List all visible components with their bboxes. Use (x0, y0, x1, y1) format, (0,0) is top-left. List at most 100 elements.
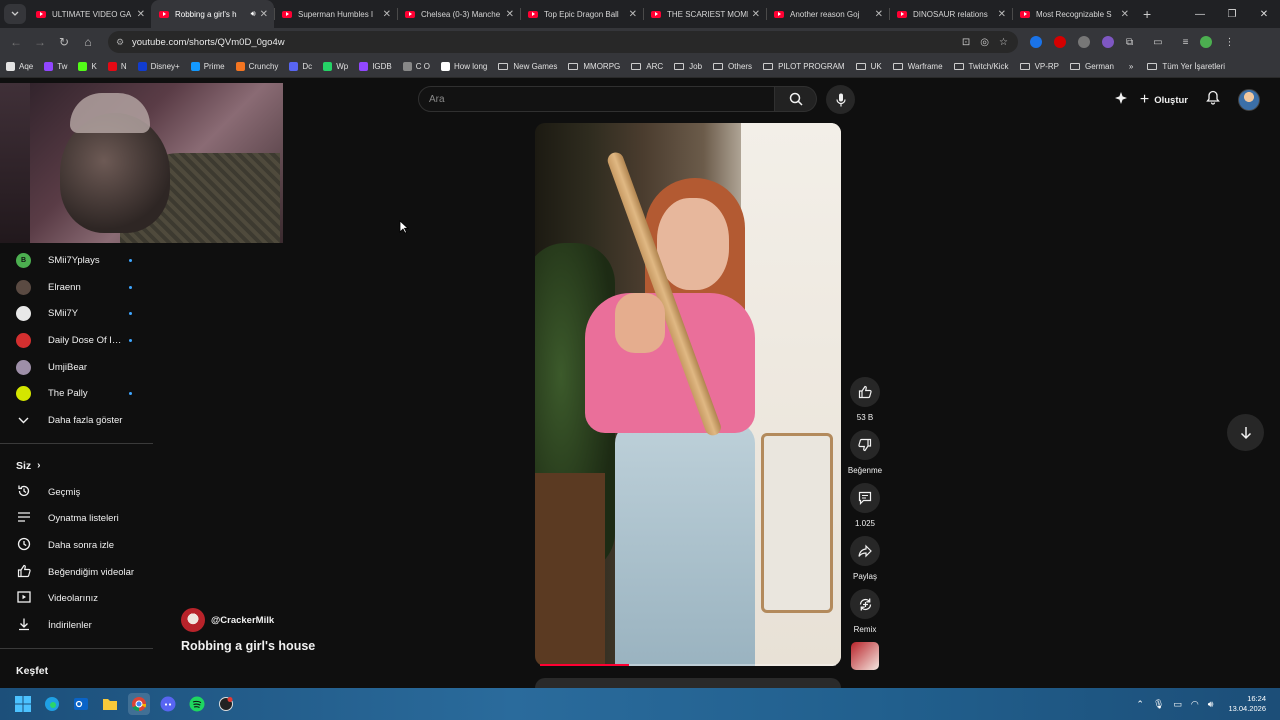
close-tab-icon[interactable]: ✕ (506, 9, 514, 20)
bookmark-item[interactable]: Twitch/Kick (953, 62, 1009, 71)
subscription-item[interactable]: The Pally (0, 380, 154, 407)
channel-avatar[interactable] (181, 608, 205, 632)
close-window-button[interactable]: ✕ (1248, 0, 1280, 28)
subscription-item[interactable]: B SMii7Yplays (0, 247, 154, 274)
extension-icon[interactable] (1030, 36, 1042, 48)
subscription-item[interactable]: Elraenn (0, 274, 154, 301)
reload-button[interactable]: ↻ (52, 35, 76, 49)
bookmarks-overflow-button[interactable]: » (1129, 62, 1133, 71)
sidebar-item-playlists[interactable]: Oynatma listeleri (0, 506, 154, 533)
bookmark-item[interactable]: ARC (631, 62, 663, 71)
sound-source-thumbnail[interactable] (851, 642, 879, 670)
eye-off-icon[interactable]: ◎ (980, 37, 989, 48)
browser-tab[interactable]: Robbing a girl's h 🔊︎ ✕ (151, 0, 274, 28)
bookmark-item[interactable]: Aqe (6, 62, 33, 71)
share-button[interactable] (850, 536, 880, 566)
profile-icon[interactable] (1200, 36, 1213, 48)
browser-tab[interactable]: THE SCARIEST MOME ✕ (643, 0, 766, 28)
network-icon[interactable]: ▭ (1173, 699, 1182, 710)
speaker-icon[interactable]: 🔊︎ (251, 9, 256, 19)
sidepanel-icon[interactable]: ▭ (1153, 37, 1162, 48)
short-video-player[interactable] (535, 123, 841, 666)
puzzle-icon[interactable]: ⧉ (1126, 37, 1133, 48)
bookmark-star-icon[interactable]: ☆ (999, 37, 1008, 48)
browser-tab[interactable]: Most Recognizable S ✕ (1012, 0, 1135, 28)
bookmark-item[interactable]: Disney+ (137, 62, 180, 71)
sidebar-item-downloads[interactable]: İndirilenler (0, 612, 154, 639)
bookmark-item[interactable]: German (1070, 62, 1114, 71)
close-tab-icon[interactable]: ✕ (752, 9, 760, 20)
browser-tab[interactable]: Chelsea (0-3) Manche ✕ (397, 0, 520, 28)
close-tab-icon[interactable]: ✕ (875, 9, 883, 20)
extension-icon[interactable] (1078, 36, 1090, 48)
minimize-button[interactable]: — (1184, 0, 1216, 28)
tab-search-button[interactable] (4, 4, 26, 24)
home-button[interactable]: ⌂ (76, 35, 100, 49)
spotify-icon[interactable] (186, 693, 208, 715)
install-app-icon[interactable]: ⊡ (962, 37, 970, 48)
bookmark-item[interactable]: Warframe (892, 62, 943, 71)
you-section-heading[interactable]: Siz › (0, 453, 154, 479)
subscription-item[interactable]: Daily Dose Of Internet (0, 327, 154, 354)
video-progress-bar[interactable] (540, 664, 836, 666)
bookmark-item[interactable]: N (107, 62, 127, 71)
bookmark-item[interactable]: UK (855, 62, 882, 71)
chrome-icon[interactable] (128, 693, 150, 715)
close-tab-icon[interactable]: ✕ (260, 9, 268, 20)
show-more-button[interactable]: Daha fazla göster (0, 407, 154, 434)
close-tab-icon[interactable]: ✕ (1121, 9, 1129, 20)
bookmark-item[interactable]: MMORPG (568, 62, 620, 71)
bookmark-item[interactable]: Tw (44, 62, 67, 71)
address-bar[interactable]: ⚙ youtube.com/shorts/QVm0D_0go4w ⊡ ◎ ☆ (108, 31, 1018, 53)
edge-browser-icon[interactable] (41, 693, 63, 715)
bookmark-item[interactable]: Job (674, 62, 702, 71)
sidebar-item-liked-videos[interactable]: Beğendiğim videolar (0, 559, 154, 586)
microphone-icon[interactable]: 🎙︎ (1153, 699, 1164, 710)
account-avatar[interactable] (1238, 89, 1260, 111)
search-input[interactable]: Ara (418, 86, 775, 112)
media-controls-icon[interactable]: ≡ (1183, 37, 1189, 48)
extension-icon[interactable] (1054, 36, 1066, 48)
file-explorer-icon[interactable] (99, 693, 121, 715)
bookmark-item[interactable]: How long (440, 62, 487, 71)
bookmark-item[interactable]: C O (402, 62, 430, 71)
all-bookmarks-folder[interactable]: Tüm Yer İşaretleri (1147, 62, 1225, 71)
subscription-item[interactable]: SMii7Y (0, 300, 154, 327)
notifications-bell-icon[interactable] (1206, 90, 1220, 110)
search-button[interactable] (775, 86, 817, 112)
bookmark-item[interactable]: Dc (289, 62, 312, 71)
dislike-button[interactable] (850, 430, 880, 460)
browser-tab[interactable]: Top Epic Dragon Ball ✕ (520, 0, 643, 28)
back-button[interactable]: ← (4, 35, 28, 49)
sidebar-item-watch-later[interactable]: Daha sonra izle (0, 532, 154, 559)
volume-icon[interactable]: 🔊︎ (1208, 699, 1214, 710)
bookmark-item[interactable]: New Games (498, 62, 557, 71)
windows-start-icon[interactable] (12, 693, 34, 715)
sidebar-item-history[interactable]: Geçmiş (0, 479, 154, 506)
sidebar-item-your-videos[interactable]: Videolarınız (0, 586, 154, 613)
create-button[interactable]: + Oluştur (1140, 91, 1188, 109)
bookmark-item[interactable]: K (78, 62, 97, 71)
close-tab-icon[interactable]: ✕ (383, 9, 391, 20)
close-tab-icon[interactable]: ✕ (137, 9, 145, 20)
wifi-icon[interactable]: ◠ (1191, 699, 1199, 710)
comments-button[interactable] (850, 483, 880, 513)
bookmark-item[interactable]: VP-RP (1019, 62, 1059, 71)
forward-button[interactable]: → (28, 35, 52, 49)
kebab-menu-icon[interactable]: ⋮ (1224, 37, 1234, 48)
maximize-button[interactable]: ❐ (1216, 0, 1248, 28)
browser-tab[interactable]: Another reason Goj ✕ (766, 0, 889, 28)
app-icon[interactable] (215, 693, 237, 715)
bookmark-item[interactable]: PILOT PROGRAM (763, 62, 845, 71)
clock[interactable]: 16:24 13.04.2026 (1228, 694, 1266, 714)
tray-overflow-chevron-icon[interactable]: ⌃ (1136, 699, 1144, 710)
site-info-icon[interactable]: ⚙ (116, 37, 126, 47)
subscription-item[interactable]: UmjiBear (0, 354, 154, 381)
close-tab-icon[interactable]: ✕ (998, 9, 1006, 20)
browser-tab[interactable]: Superman Humbles I ✕ (274, 0, 397, 28)
next-short-button[interactable] (1227, 414, 1264, 451)
close-tab-icon[interactable]: ✕ (629, 9, 637, 20)
channel-handle-link[interactable]: @CrackerMilk (211, 615, 274, 626)
like-button[interactable] (850, 377, 880, 407)
bookmark-item[interactable]: Wp (323, 62, 348, 71)
